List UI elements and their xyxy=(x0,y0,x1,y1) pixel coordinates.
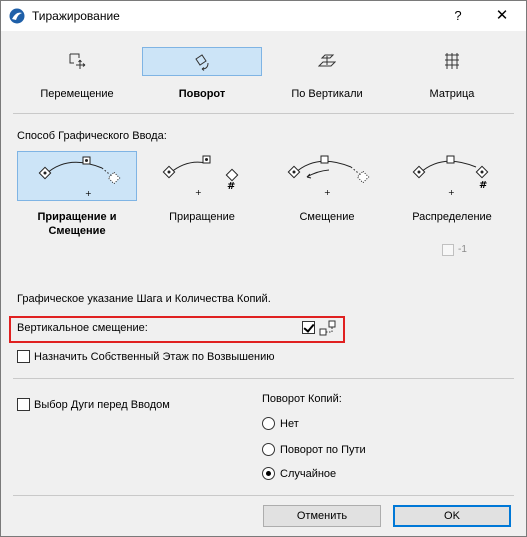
app-icon xyxy=(9,8,25,24)
separator xyxy=(13,113,514,114)
elevate-icon xyxy=(318,54,336,67)
minus-one-label: -1 xyxy=(458,244,467,255)
rotate-none-radio[interactable] xyxy=(262,417,275,430)
vertical-offset-icon xyxy=(319,320,336,336)
svg-text:+: + xyxy=(195,188,202,197)
separator xyxy=(13,495,514,496)
cancel-button[interactable]: Отменить xyxy=(263,505,381,527)
method-offset[interactable]: + Смещение xyxy=(267,151,387,224)
help-button[interactable]: ? xyxy=(441,3,475,29)
tab-matrix[interactable]: Матрица xyxy=(392,39,512,107)
method-increment-label: Приращение xyxy=(169,211,235,223)
separator xyxy=(13,378,514,379)
method-offset-label: Смещение xyxy=(299,211,355,223)
mode-tabs: Перемещение Поворот По Вертикали Матрица xyxy=(1,39,526,107)
graphic-hint-text: Графическое указание Шага и Количества К… xyxy=(17,293,271,305)
rotate-random-label: Случайное xyxy=(280,468,337,480)
method-increment-offset[interactable]: + Приращение и Смещение xyxy=(17,151,137,238)
duplicate-dialog: Тиражирование ? ✕ Перемещение Поворот По… xyxy=(0,0,527,537)
arc-select-checkbox[interactable] xyxy=(17,398,30,411)
increment-offset-diagram-icon: + xyxy=(38,156,121,198)
dialog-title: Тиражирование xyxy=(32,9,120,23)
increment-diagram-icon: # + xyxy=(162,155,239,197)
tab-move-label: Перемещение xyxy=(40,88,114,100)
close-button[interactable]: ✕ xyxy=(485,3,519,29)
method-distribution[interactable]: # + Распределение xyxy=(392,151,512,224)
tab-elevate[interactable]: По Вертикали xyxy=(267,39,387,107)
tab-elevate-label: По Вертикали xyxy=(291,88,363,100)
assign-story-checkbox[interactable] xyxy=(17,350,30,363)
rotate-random-radio[interactable] xyxy=(262,467,275,480)
tab-rotate-label: Поворот xyxy=(178,88,226,100)
matrix-icon xyxy=(445,53,459,69)
method-distribution-label: Распределение xyxy=(412,211,492,223)
arc-select-label: Выбор Дуги перед Вводом xyxy=(34,399,170,411)
input-method-heading: Способ Графического Ввода: xyxy=(17,130,167,142)
title-bar[interactable]: Тиражирование ? ✕ xyxy=(1,1,526,31)
minus-one-checkbox[interactable] xyxy=(442,244,454,256)
method-increment-offset-label: Приращение и Смещение xyxy=(37,211,117,237)
rotate-copies-heading: Поворот Копий: xyxy=(262,393,342,405)
rotate-icon xyxy=(195,54,209,71)
vertical-offset-checkbox[interactable] xyxy=(302,321,315,334)
svg-text:#: # xyxy=(479,180,487,191)
method-increment[interactable]: # + Приращение xyxy=(142,151,262,224)
move-icon xyxy=(69,53,86,69)
tab-rotate[interactable]: Поворот xyxy=(142,39,262,107)
ok-button[interactable]: OK xyxy=(393,505,511,527)
offset-diagram-icon: + xyxy=(287,155,370,197)
tab-matrix-label: Матрица xyxy=(429,88,475,100)
distribution-diagram-icon: # + xyxy=(412,155,489,197)
svg-text:+: + xyxy=(85,189,92,198)
svg-text:#: # xyxy=(227,181,235,192)
tab-move[interactable]: Перемещение xyxy=(17,39,137,107)
rotate-path-radio[interactable] xyxy=(262,443,275,456)
assign-story-label: Назначить Собственный Этаж по Возвышению xyxy=(34,351,275,363)
svg-text:+: + xyxy=(324,188,331,197)
rotate-path-label: Поворот по Пути xyxy=(280,444,366,456)
vertical-offset-label: Вертикальное смещение: xyxy=(17,322,148,334)
svg-text:+: + xyxy=(448,188,455,197)
rotate-none-label: Нет xyxy=(280,418,299,430)
